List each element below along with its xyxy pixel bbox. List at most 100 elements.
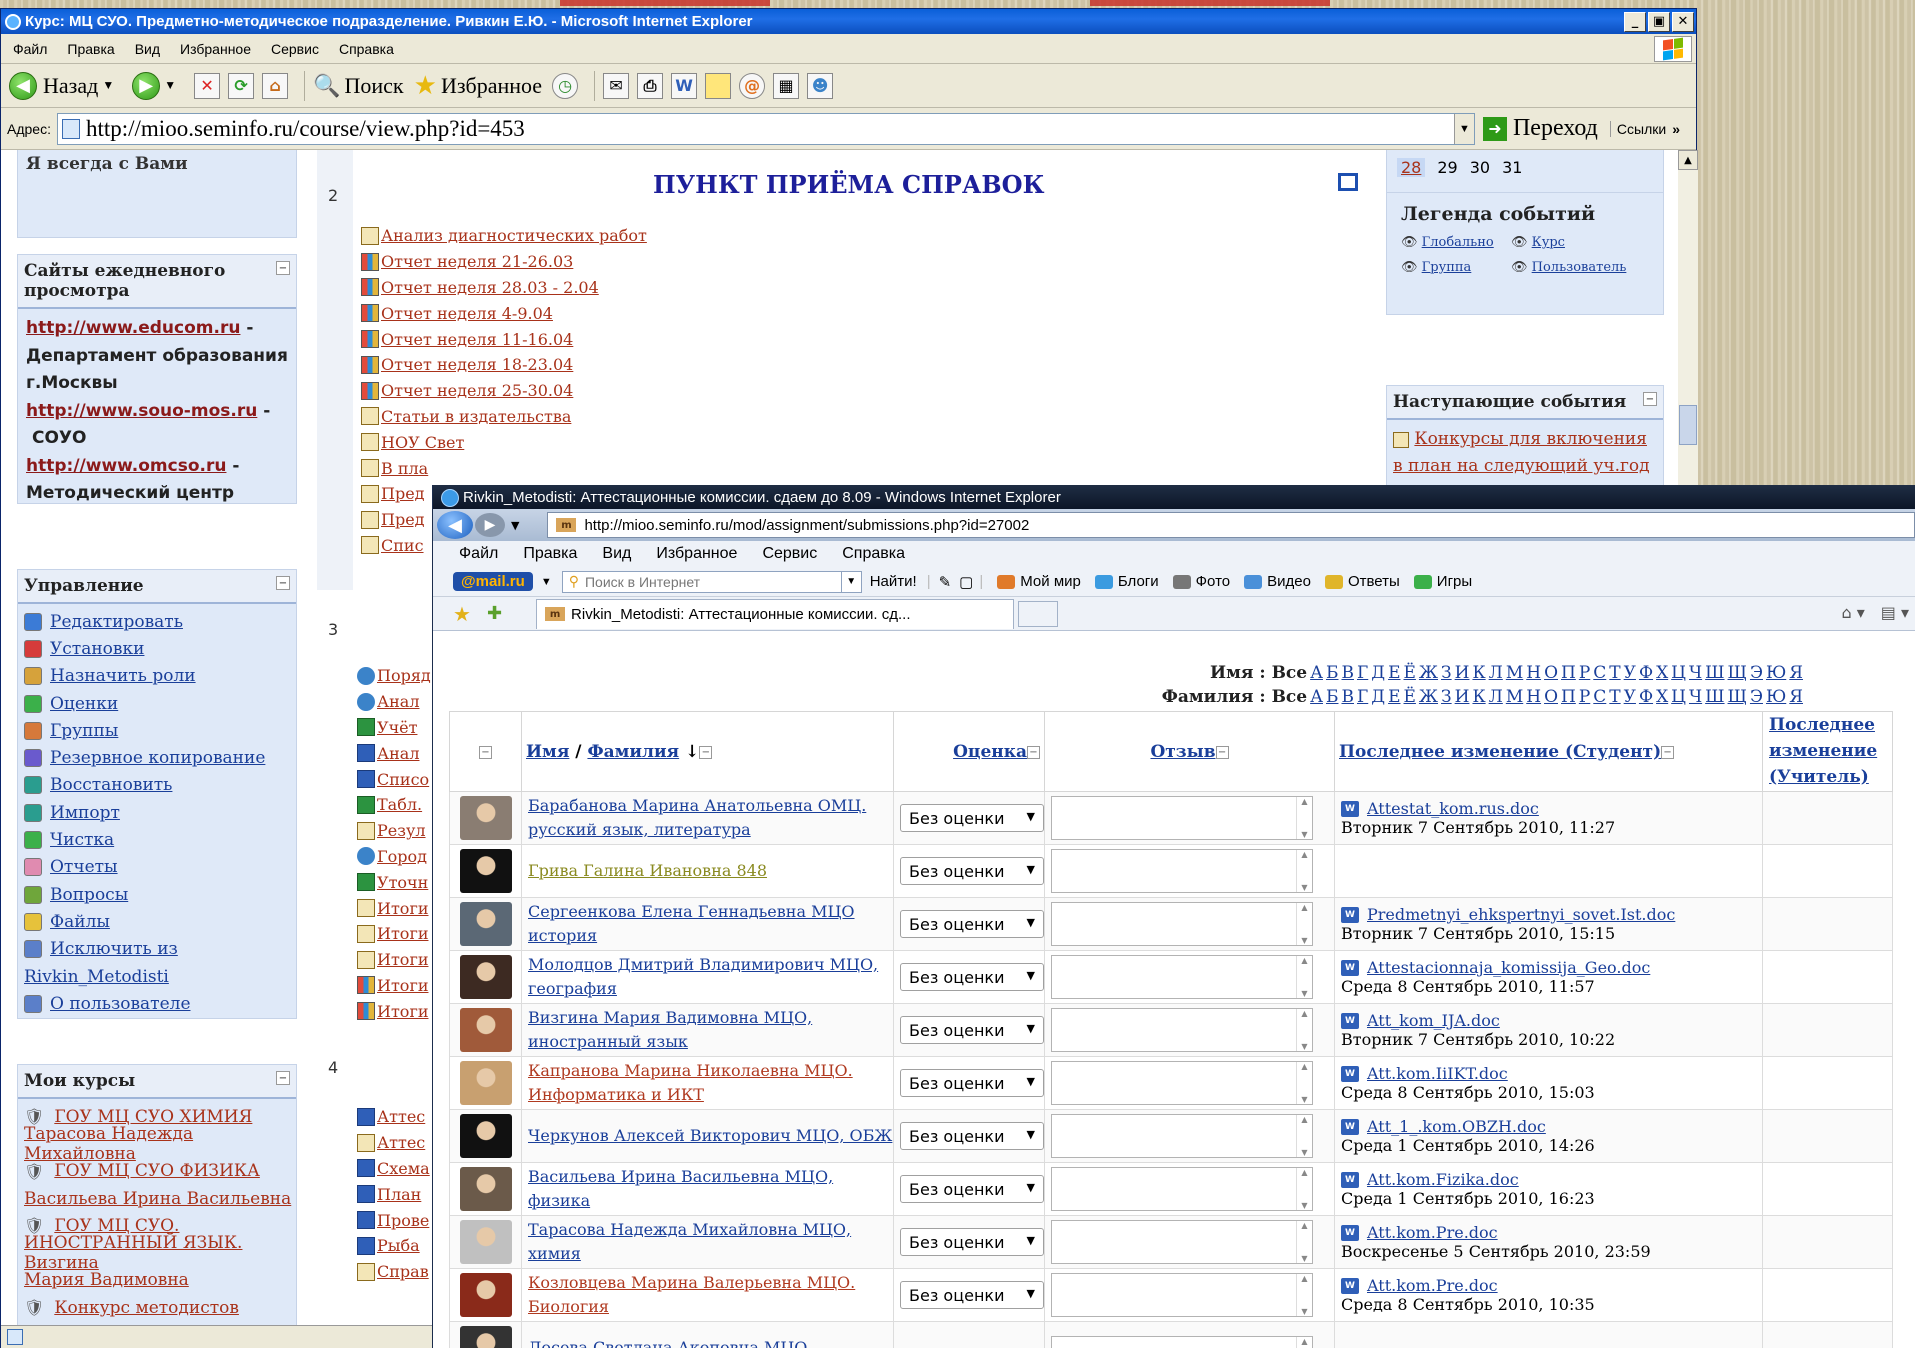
letter-filter-link[interactable]: В: [1341, 687, 1354, 707]
link-games[interactable]: Игры: [1413, 573, 1472, 590]
resource-link[interactable]: Отчет неделя 18-23.04: [381, 355, 573, 374]
letter-filter-link[interactable]: С: [1593, 687, 1606, 707]
letter-filter-link[interactable]: З: [1441, 663, 1452, 683]
admin-menu-item[interactable]: Назначить роли: [18, 663, 296, 690]
letter-filter-link[interactable]: Ж: [1419, 687, 1438, 707]
resource-link[interactable]: План: [377, 1185, 421, 1204]
letter-filter-link[interactable]: Ц: [1671, 687, 1686, 707]
menu-file[interactable]: Файл: [13, 41, 47, 57]
collapse-icon[interactable]: −: [479, 745, 492, 759]
avatar[interactable]: [459, 1061, 512, 1105]
submission-file-link[interactable]: Predmetnyi_ehkspertnyi_sovet.Ist.doc: [1367, 905, 1675, 924]
admin-menu-item[interactable]: О пользователе: [18, 990, 296, 1017]
letter-filter-link[interactable]: В: [1341, 663, 1354, 683]
admin-menu-item[interactable]: Оценки: [18, 690, 296, 717]
resource-link[interactable]: Итоги: [377, 1002, 428, 1021]
resource-link-item[interactable]: Отчет неделя 4-9.04: [361, 300, 647, 326]
print-icon[interactable]: ⎙: [637, 72, 664, 99]
tab-active[interactable]: m Rivkin_Metodisti: Аттестационные комис…: [536, 598, 1015, 629]
address-input[interactable]: http://mioo.seminfo.ru/course/view.php?i…: [56, 112, 1475, 145]
textarea-scrollbar[interactable]: ▲▼: [1296, 903, 1312, 945]
letter-filter-link[interactable]: Г: [1357, 663, 1368, 683]
feedback-textarea[interactable]: ▲▼: [1051, 796, 1313, 840]
letter-filter-link[interactable]: Э: [1750, 663, 1763, 683]
student-name-link[interactable]: Сергеенкова Елена Геннадьевна МЦО истори…: [528, 902, 855, 945]
address-dropdown-icon[interactable]: ▼: [1453, 113, 1474, 144]
back-button[interactable]: ◀ Назад ▼: [9, 71, 122, 100]
avatar[interactable]: [459, 796, 512, 840]
resource-link-item[interactable]: Отчет неделя 11-16.04: [361, 326, 647, 352]
avatar[interactable]: [459, 902, 512, 946]
resource-link[interactable]: Справ: [377, 1262, 429, 1281]
upcoming-event-link[interactable]: Конкурсы для включения в план на следующ…: [1393, 429, 1650, 476]
letter-filter-link[interactable]: Ш: [1705, 663, 1724, 683]
menu-file[interactable]: Файл: [459, 545, 498, 563]
site-link[interactable]: http://www.omcso.ru: [26, 456, 226, 476]
grade-select[interactable]: Без оценки: [900, 1228, 1044, 1256]
resource-link-item[interactable]: План: [357, 1181, 430, 1207]
collapse-icon[interactable]: −: [276, 576, 290, 590]
admin-menu-item[interactable]: Восстановить: [18, 772, 296, 799]
admin-menu-item[interactable]: Редактировать: [18, 608, 296, 635]
search-button[interactable]: 🔍 Поиск: [313, 73, 404, 99]
menu-tools[interactable]: Сервис: [271, 41, 319, 57]
legend-course[interactable]: Курс: [1532, 235, 1565, 250]
stop-icon[interactable]: ✕: [194, 72, 221, 99]
research-icon[interactable]: ▦: [773, 72, 800, 99]
site-link[interactable]: http://www.souo-mos.ru: [26, 401, 257, 421]
calendar-day[interactable]: 29: [1437, 158, 1457, 177]
resource-link-item[interactable]: Итоги: [357, 895, 431, 921]
course-link[interactable]: ИНОСТРАННЫЙ ЯЗЫК. Визгина: [24, 1233, 296, 1273]
resource-link-item[interactable]: Анал: [357, 689, 431, 715]
resource-link-item[interactable]: Справ: [357, 1259, 430, 1285]
feedback-textarea[interactable]: ▲▼: [1051, 955, 1313, 999]
textarea-scrollbar[interactable]: ▲▼: [1296, 956, 1312, 998]
resource-link[interactable]: Учёт: [377, 718, 417, 737]
course-link[interactable]: Мария Вадимовна: [24, 1270, 189, 1290]
letter-filter-link[interactable]: К: [1472, 663, 1485, 683]
sort-modified-student[interactable]: Последнее изменение (Студент): [1339, 742, 1661, 762]
resource-link[interactable]: Пред: [381, 484, 425, 503]
avatar[interactable]: [459, 1167, 512, 1211]
admin-item-label[interactable]: Вопросы: [50, 885, 128, 905]
letter-filter-link[interactable]: Ш: [1705, 687, 1724, 707]
scroll-up-icon[interactable]: ▲: [1678, 150, 1698, 170]
menu-view[interactable]: Вид: [602, 545, 631, 563]
letter-filter-link[interactable]: Я: [1789, 687, 1803, 707]
menu-favorites[interactable]: Избранное: [180, 41, 251, 57]
home-icon[interactable]: ⌂: [262, 72, 289, 99]
find-button[interactable]: Найти!: [870, 573, 917, 590]
admin-menu-item[interactable]: Резервное копирование: [18, 744, 296, 771]
grade-select[interactable]: Без оценки: [900, 1281, 1044, 1309]
course-item[interactable]: Тарасова Надежда Михайловна: [18, 1124, 296, 1164]
collapse-icon[interactable]: −: [276, 1071, 290, 1085]
letter-filter-link[interactable]: Щ: [1728, 663, 1747, 683]
site-link[interactable]: http://www.educom.ru: [26, 318, 240, 338]
student-name-link[interactable]: Визгина Мария Вадимовна МЦО, иностранный…: [528, 1008, 812, 1051]
resource-link-item[interactable]: Отчет неделя 21-26.03: [361, 249, 647, 275]
admin-menu-item[interactable]: Rivkin_Metodisti: [18, 963, 296, 990]
textarea-scrollbar[interactable]: ▲▼: [1296, 850, 1312, 892]
letter-filter-link[interactable]: Ё: [1404, 687, 1416, 707]
sort-first-name[interactable]: Имя: [526, 742, 569, 762]
course-link[interactable]: Конкурс методистов: [54, 1298, 239, 1318]
letter-filter-link[interactable]: П: [1561, 687, 1576, 707]
resource-link[interactable]: В пла: [381, 459, 428, 478]
letter-filter-link[interactable]: Х: [1656, 687, 1668, 707]
resource-link-item[interactable]: Прове: [357, 1207, 430, 1233]
grade-select[interactable]: Без оценки: [900, 1016, 1044, 1044]
resource-link-item[interactable]: Итоги: [357, 973, 431, 999]
grade-select[interactable]: Без оценки: [900, 1069, 1044, 1097]
menu-help[interactable]: Справка: [842, 545, 905, 563]
course-link[interactable]: Васильева Ирина Васильевна: [24, 1189, 291, 1209]
submission-file-link[interactable]: Att.kom.Fizika.doc: [1367, 1170, 1519, 1189]
textarea-scrollbar[interactable]: ▲▼: [1296, 1337, 1312, 1348]
student-name-link[interactable]: Васильева Ирина Васильевна МЦО, физика: [528, 1167, 833, 1210]
sort-modified-teacher[interactable]: Последнее изменение (Учитель): [1769, 715, 1877, 787]
chevron-down-icon[interactable]: ▼: [164, 78, 176, 93]
link-photo[interactable]: Фото: [1172, 573, 1230, 590]
highlight-icon[interactable]: ✎: [939, 573, 952, 591]
avatar[interactable]: [459, 955, 512, 999]
letter-filter-link[interactable]: Ч: [1689, 663, 1702, 683]
student-name-link[interactable]: Лосева Светлана Акоповна МЦО,: [528, 1338, 813, 1348]
